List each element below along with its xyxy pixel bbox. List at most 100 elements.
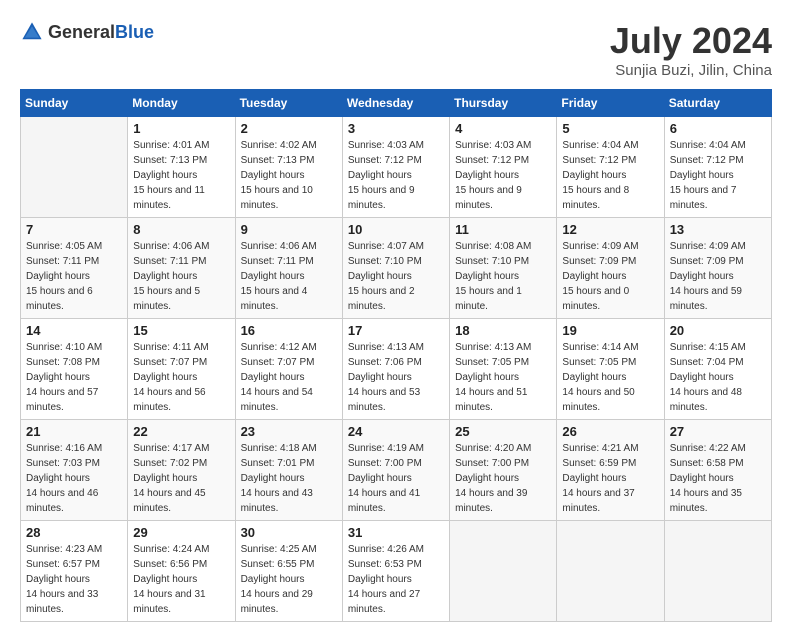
calendar-cell: 25 Sunrise: 4:20 AM Sunset: 7:00 PM Dayl… (450, 420, 557, 521)
calendar-cell: 27 Sunrise: 4:22 AM Sunset: 6:58 PM Dayl… (664, 420, 771, 521)
calendar-cell: 18 Sunrise: 4:13 AM Sunset: 7:05 PM Dayl… (450, 319, 557, 420)
day-number: 30 (241, 525, 337, 540)
calendar-cell: 29 Sunrise: 4:24 AM Sunset: 6:56 PM Dayl… (128, 521, 235, 622)
day-number: 5 (562, 121, 658, 136)
calendar-cell: 2 Sunrise: 4:02 AM Sunset: 7:13 PM Dayli… (235, 117, 342, 218)
calendar-cell: 5 Sunrise: 4:04 AM Sunset: 7:12 PM Dayli… (557, 117, 664, 218)
day-info: Sunrise: 4:01 AM Sunset: 7:13 PM Dayligh… (133, 138, 229, 213)
day-info: Sunrise: 4:21 AM Sunset: 6:59 PM Dayligh… (562, 441, 658, 516)
calendar-cell (664, 521, 771, 622)
day-info: Sunrise: 4:19 AM Sunset: 7:00 PM Dayligh… (348, 441, 444, 516)
day-info: Sunrise: 4:18 AM Sunset: 7:01 PM Dayligh… (241, 441, 337, 516)
day-number: 9 (241, 222, 337, 237)
calendar-cell: 21 Sunrise: 4:16 AM Sunset: 7:03 PM Dayl… (21, 420, 128, 521)
day-info: Sunrise: 4:14 AM Sunset: 7:05 PM Dayligh… (562, 340, 658, 415)
day-info: Sunrise: 4:23 AM Sunset: 6:57 PM Dayligh… (26, 542, 122, 617)
col-wednesday: Wednesday (342, 90, 449, 117)
calendar-table: Sunday Monday Tuesday Wednesday Thursday… (20, 89, 772, 622)
calendar-cell: 15 Sunrise: 4:11 AM Sunset: 7:07 PM Dayl… (128, 319, 235, 420)
col-sunday: Sunday (21, 90, 128, 117)
day-number: 15 (133, 323, 229, 338)
calendar-week-row: 14 Sunrise: 4:10 AM Sunset: 7:08 PM Dayl… (21, 319, 772, 420)
calendar-cell: 24 Sunrise: 4:19 AM Sunset: 7:00 PM Dayl… (342, 420, 449, 521)
day-number: 29 (133, 525, 229, 540)
calendar-week-row: 28 Sunrise: 4:23 AM Sunset: 6:57 PM Dayl… (21, 521, 772, 622)
day-number: 24 (348, 424, 444, 439)
calendar-location: Sunjia Buzi, Jilin, China (610, 62, 772, 79)
calendar-cell: 22 Sunrise: 4:17 AM Sunset: 7:02 PM Dayl… (128, 420, 235, 521)
day-number: 2 (241, 121, 337, 136)
col-tuesday: Tuesday (235, 90, 342, 117)
calendar-week-row: 7 Sunrise: 4:05 AM Sunset: 7:11 PM Dayli… (21, 218, 772, 319)
calendar-week-row: 1 Sunrise: 4:01 AM Sunset: 7:13 PM Dayli… (21, 117, 772, 218)
calendar-cell: 13 Sunrise: 4:09 AM Sunset: 7:09 PM Dayl… (664, 218, 771, 319)
calendar-cell: 23 Sunrise: 4:18 AM Sunset: 7:01 PM Dayl… (235, 420, 342, 521)
day-number: 14 (26, 323, 122, 338)
col-thursday: Thursday (450, 90, 557, 117)
day-number: 27 (670, 424, 766, 439)
day-number: 22 (133, 424, 229, 439)
day-number: 6 (670, 121, 766, 136)
calendar-cell: 31 Sunrise: 4:26 AM Sunset: 6:53 PM Dayl… (342, 521, 449, 622)
day-info: Sunrise: 4:06 AM Sunset: 7:11 PM Dayligh… (133, 239, 229, 314)
calendar-cell: 1 Sunrise: 4:01 AM Sunset: 7:13 PM Dayli… (128, 117, 235, 218)
calendar-cell: 20 Sunrise: 4:15 AM Sunset: 7:04 PM Dayl… (664, 319, 771, 420)
calendar-cell (21, 117, 128, 218)
day-number: 12 (562, 222, 658, 237)
day-info: Sunrise: 4:11 AM Sunset: 7:07 PM Dayligh… (133, 340, 229, 415)
page-header: GeneralBlue July 2024 Sunjia Buzi, Jilin… (20, 20, 772, 79)
day-info: Sunrise: 4:03 AM Sunset: 7:12 PM Dayligh… (455, 138, 551, 213)
logo-icon (20, 20, 44, 44)
day-number: 7 (26, 222, 122, 237)
day-info: Sunrise: 4:13 AM Sunset: 7:05 PM Dayligh… (455, 340, 551, 415)
col-saturday: Saturday (664, 90, 771, 117)
day-info: Sunrise: 4:22 AM Sunset: 6:58 PM Dayligh… (670, 441, 766, 516)
calendar-cell: 17 Sunrise: 4:13 AM Sunset: 7:06 PM Dayl… (342, 319, 449, 420)
calendar-cell: 9 Sunrise: 4:06 AM Sunset: 7:11 PM Dayli… (235, 218, 342, 319)
day-info: Sunrise: 4:12 AM Sunset: 7:07 PM Dayligh… (241, 340, 337, 415)
calendar-cell: 28 Sunrise: 4:23 AM Sunset: 6:57 PM Dayl… (21, 521, 128, 622)
day-number: 10 (348, 222, 444, 237)
day-number: 1 (133, 121, 229, 136)
day-info: Sunrise: 4:15 AM Sunset: 7:04 PM Dayligh… (670, 340, 766, 415)
logo: GeneralBlue (20, 20, 154, 44)
calendar-cell (557, 521, 664, 622)
day-number: 17 (348, 323, 444, 338)
day-info: Sunrise: 4:06 AM Sunset: 7:11 PM Dayligh… (241, 239, 337, 314)
day-number: 11 (455, 222, 551, 237)
day-info: Sunrise: 4:16 AM Sunset: 7:03 PM Dayligh… (26, 441, 122, 516)
calendar-cell: 3 Sunrise: 4:03 AM Sunset: 7:12 PM Dayli… (342, 117, 449, 218)
day-info: Sunrise: 4:13 AM Sunset: 7:06 PM Dayligh… (348, 340, 444, 415)
calendar-cell: 26 Sunrise: 4:21 AM Sunset: 6:59 PM Dayl… (557, 420, 664, 521)
calendar-cell (450, 521, 557, 622)
day-info: Sunrise: 4:25 AM Sunset: 6:55 PM Dayligh… (241, 542, 337, 617)
day-info: Sunrise: 4:07 AM Sunset: 7:10 PM Dayligh… (348, 239, 444, 314)
day-number: 18 (455, 323, 551, 338)
calendar-cell: 6 Sunrise: 4:04 AM Sunset: 7:12 PM Dayli… (664, 117, 771, 218)
calendar-cell: 16 Sunrise: 4:12 AM Sunset: 7:07 PM Dayl… (235, 319, 342, 420)
day-info: Sunrise: 4:04 AM Sunset: 7:12 PM Dayligh… (562, 138, 658, 213)
day-number: 26 (562, 424, 658, 439)
day-info: Sunrise: 4:05 AM Sunset: 7:11 PM Dayligh… (26, 239, 122, 314)
calendar-title: July 2024 (610, 20, 772, 62)
day-number: 4 (455, 121, 551, 136)
col-friday: Friday (557, 90, 664, 117)
day-number: 19 (562, 323, 658, 338)
day-info: Sunrise: 4:24 AM Sunset: 6:56 PM Dayligh… (133, 542, 229, 617)
header-row: Sunday Monday Tuesday Wednesday Thursday… (21, 90, 772, 117)
day-number: 31 (348, 525, 444, 540)
title-block: July 2024 Sunjia Buzi, Jilin, China (610, 20, 772, 79)
calendar-cell: 30 Sunrise: 4:25 AM Sunset: 6:55 PM Dayl… (235, 521, 342, 622)
day-number: 16 (241, 323, 337, 338)
calendar-body: 1 Sunrise: 4:01 AM Sunset: 7:13 PM Dayli… (21, 117, 772, 622)
calendar-cell: 11 Sunrise: 4:08 AM Sunset: 7:10 PM Dayl… (450, 218, 557, 319)
day-info: Sunrise: 4:17 AM Sunset: 7:02 PM Dayligh… (133, 441, 229, 516)
calendar-cell: 14 Sunrise: 4:10 AM Sunset: 7:08 PM Dayl… (21, 319, 128, 420)
calendar-cell: 7 Sunrise: 4:05 AM Sunset: 7:11 PM Dayli… (21, 218, 128, 319)
logo-text: GeneralBlue (48, 22, 154, 43)
day-info: Sunrise: 4:08 AM Sunset: 7:10 PM Dayligh… (455, 239, 551, 314)
day-info: Sunrise: 4:10 AM Sunset: 7:08 PM Dayligh… (26, 340, 122, 415)
day-number: 28 (26, 525, 122, 540)
day-info: Sunrise: 4:03 AM Sunset: 7:12 PM Dayligh… (348, 138, 444, 213)
calendar-cell: 8 Sunrise: 4:06 AM Sunset: 7:11 PM Dayli… (128, 218, 235, 319)
